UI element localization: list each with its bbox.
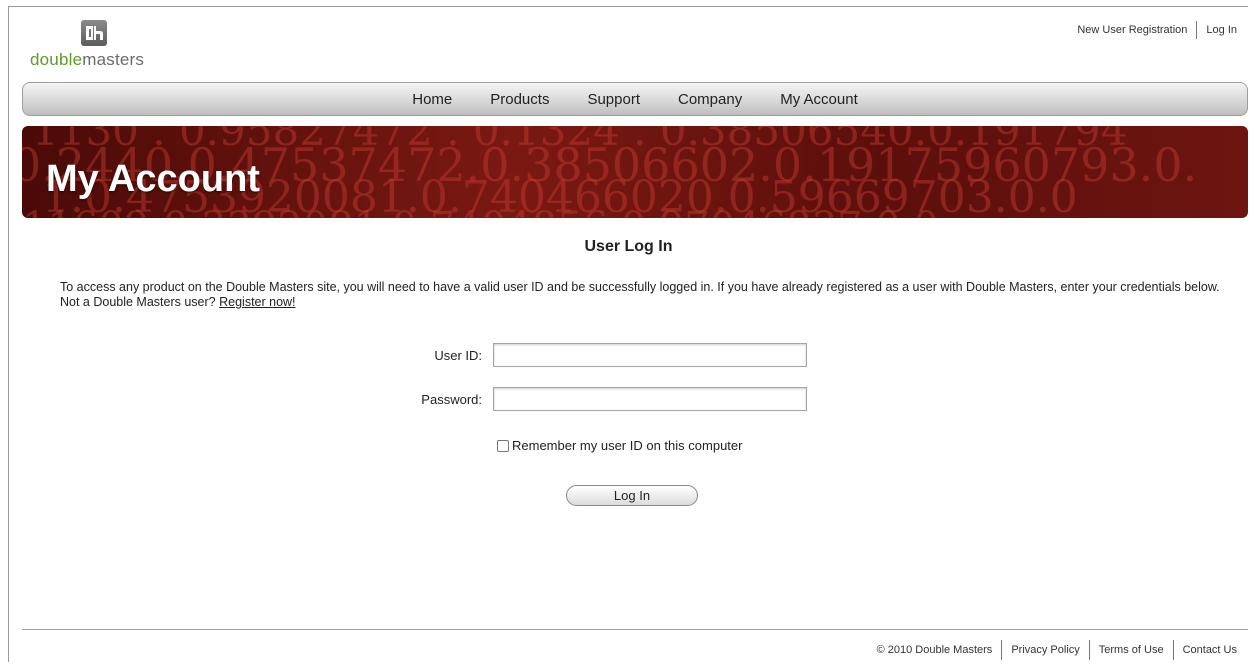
remember-me[interactable]: Remember my user ID on this computer — [497, 438, 742, 453]
nav-item-my-account[interactable]: My Account — [780, 91, 858, 108]
login-heading: User Log In — [584, 238, 673, 255]
register-now-link[interactable]: Register now! — [219, 295, 295, 309]
new-user-registration-link[interactable]: New User Registration — [1077, 24, 1187, 36]
logo-text-double: double — [30, 50, 83, 69]
page-title: My Account — [46, 158, 260, 200]
contact-us-link[interactable]: Contact Us — [1183, 644, 1237, 656]
footer-divider — [22, 629, 1248, 630]
nav-item-home[interactable]: Home — [412, 91, 452, 108]
logo-text-masters: masters — [82, 50, 145, 69]
login-intro: To access any product on the Double Mast… — [60, 280, 1220, 310]
terms-of-use-link[interactable]: Terms of Use — [1099, 644, 1164, 656]
footer: © 2010 Double Masters Privacy Policy Ter… — [877, 640, 1237, 660]
nav-item-products[interactable]: Products — [490, 91, 549, 108]
divider — [1172, 640, 1174, 660]
main-nav: Home Products Support Company My Account — [22, 82, 1248, 116]
login-button[interactable]: Log In — [566, 485, 698, 506]
password-label: Password: — [421, 392, 482, 407]
divider — [1196, 21, 1198, 39]
password-input[interactable] — [493, 387, 807, 411]
privacy-policy-link[interactable]: Privacy Policy — [1011, 644, 1079, 656]
user-id-label: User ID: — [434, 348, 482, 363]
divider — [1001, 640, 1003, 660]
site-logo[interactable]: doublemasters — [30, 20, 170, 76]
top-login-link[interactable]: Log In — [1206, 24, 1237, 36]
remember-checkbox[interactable] — [497, 439, 509, 452]
nav-item-support[interactable]: Support — [587, 91, 640, 108]
remember-label: Remember my user ID on this computer — [512, 438, 743, 453]
top-links: New User Registration Log In — [1077, 21, 1237, 39]
logo-wordmark: doublemasters — [30, 50, 144, 70]
dm-monogram-icon — [81, 20, 107, 46]
nav-item-company[interactable]: Company — [678, 91, 742, 108]
page-banner: 1130 . 0.95827472 . 0.1324 . 0.38506540.… — [22, 126, 1248, 218]
user-id-input[interactable] — [493, 343, 807, 367]
divider — [1088, 640, 1090, 660]
copyright-text: © 2010 Double Masters — [876, 644, 993, 656]
